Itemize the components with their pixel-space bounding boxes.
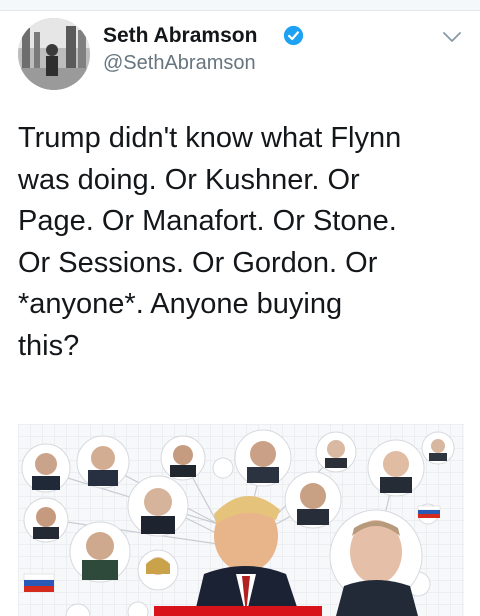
- tweet-text-line: this?: [18, 329, 80, 362]
- tweet-text-line: Or Sessions. Or Gordon. Or: [18, 246, 378, 279]
- tweet-text-line: Trump didn't know what Flynn: [18, 122, 402, 154]
- avatar-photo: [18, 18, 90, 90]
- tweet-card: Seth Abramson @SethAbramson Trump didn't…: [0, 0, 480, 616]
- chevron-down-icon[interactable]: [442, 30, 462, 44]
- tweet-text: Trump didn't know what Flynn was doing. …: [18, 118, 468, 367]
- tweet-text-line: was doing. Or Kushner. Or: [18, 163, 360, 196]
- user-handle[interactable]: @SethAbramson: [103, 52, 256, 75]
- tweet-text-line: Page. Or Manafort. Or Stone.: [18, 205, 397, 237]
- tweet-media-image[interactable]: [18, 424, 464, 616]
- card-top-edge: [0, 0, 480, 11]
- tweet-text-line: *anyone*. Anyone buying: [18, 288, 343, 320]
- display-name[interactable]: Seth Abramson: [103, 24, 257, 48]
- avatar[interactable]: [18, 18, 90, 90]
- verified-badge-icon: [283, 25, 304, 46]
- media-banner: [154, 606, 322, 616]
- media-photo-collage: [18, 424, 464, 616]
